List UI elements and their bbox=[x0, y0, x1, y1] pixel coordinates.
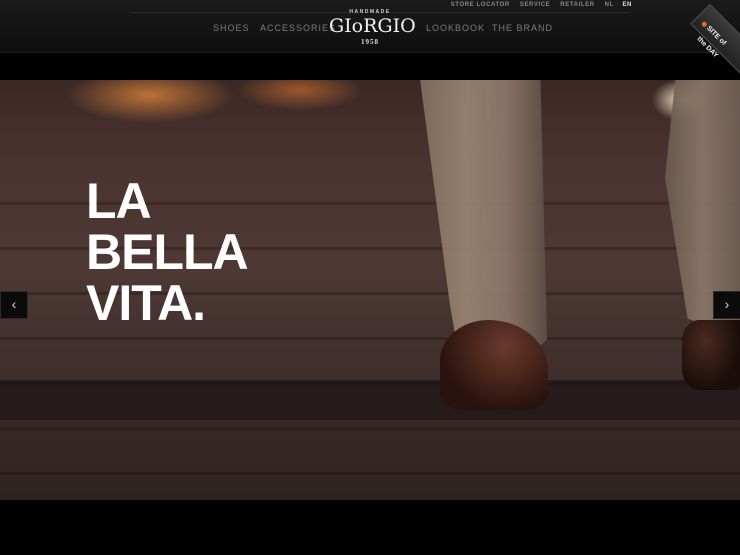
chevron-right-icon: › bbox=[724, 296, 730, 312]
hero-headline: LA BELLA VITA. bbox=[86, 173, 249, 331]
chevron-left-icon: ‹ bbox=[11, 296, 17, 312]
lang-separator: · bbox=[616, 2, 620, 8]
hero-shadow bbox=[0, 380, 740, 420]
slider-next-button[interactable]: › bbox=[713, 291, 740, 319]
hero-shoe-right bbox=[682, 320, 740, 390]
lang-nl-link[interactable]: NL bbox=[605, 2, 614, 8]
nav-item-shoes[interactable]: SHOES bbox=[213, 23, 250, 33]
headline-line-1: LA bbox=[86, 173, 152, 229]
logo-wordmark: GIoRGIO bbox=[329, 15, 416, 37]
retailer-link[interactable]: RETAILER bbox=[560, 2, 594, 8]
site-of-the-day-badge[interactable]: SITE of the DAY bbox=[688, 4, 740, 88]
logo-year: 1958 bbox=[361, 38, 379, 46]
page: STORE LOCATOR SERVICE RETAILER NL · EN S… bbox=[0, 0, 740, 555]
badge-ribbon bbox=[690, 4, 740, 88]
headline-line-2: BELLA bbox=[86, 224, 249, 280]
nav-item-accessories[interactable]: ACCESSORIES bbox=[260, 23, 336, 33]
nav-item-the-brand[interactable]: THE BRAND bbox=[492, 23, 553, 33]
headline-line-3: VITA. bbox=[86, 275, 206, 331]
lang-en-link[interactable]: EN bbox=[622, 2, 632, 8]
language-switcher: NL · EN bbox=[605, 2, 632, 8]
store-locator-link[interactable]: STORE LOCATOR bbox=[451, 2, 510, 8]
header: STORE LOCATOR SERVICE RETAILER NL · EN S… bbox=[0, 0, 740, 53]
utility-nav: STORE LOCATOR SERVICE RETAILER NL · EN bbox=[451, 2, 632, 8]
hero-slider: LA BELLA VITA. bbox=[0, 80, 740, 500]
brand-logo[interactable]: HANDMADE GIoRGIO 1958 bbox=[329, 6, 416, 48]
slider-prev-button[interactable]: ‹ bbox=[0, 291, 28, 319]
service-link[interactable]: SERVICE bbox=[520, 2, 550, 8]
nav-item-lookbook[interactable]: LOOKBOOK bbox=[426, 23, 485, 33]
